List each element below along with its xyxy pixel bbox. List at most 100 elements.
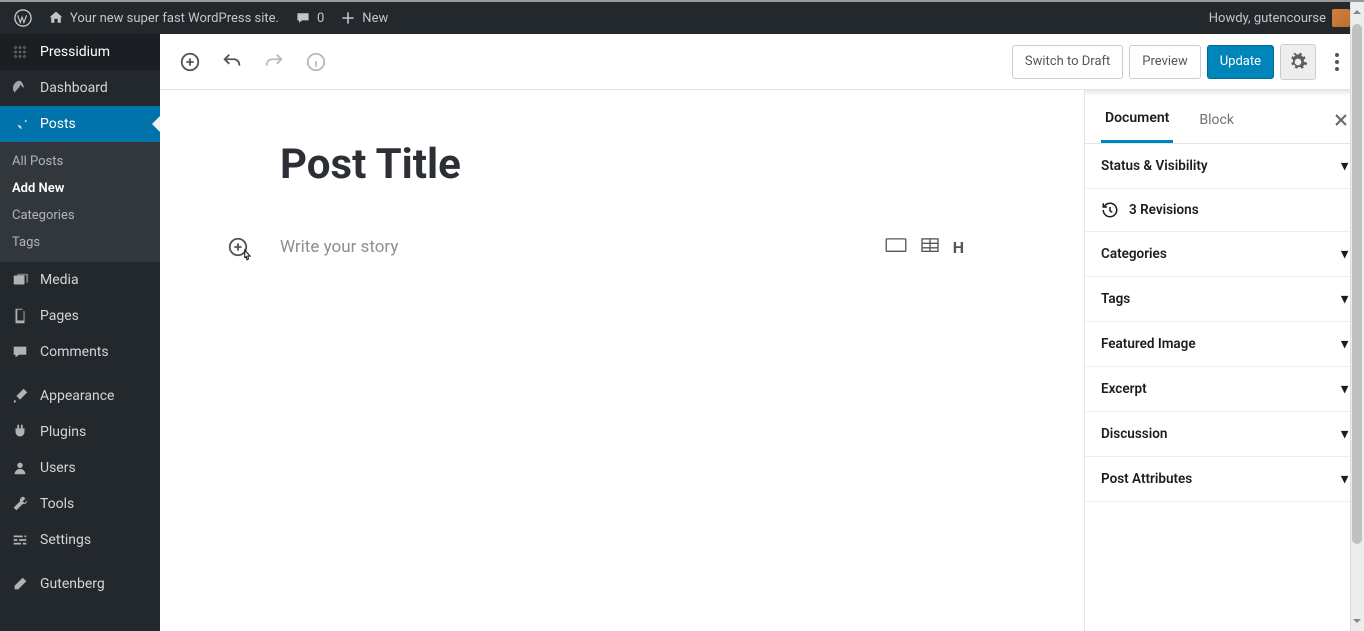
settings-toggle-button[interactable] <box>1280 44 1316 80</box>
post-title-input[interactable]: Post Title <box>280 140 964 189</box>
comments-link[interactable]: 0 <box>287 2 332 34</box>
new-content-link[interactable]: New <box>332 2 396 34</box>
info-icon <box>305 51 327 73</box>
scrollbar[interactable] <box>1350 2 1364 631</box>
settings-sidebar: Document Block Status & Visibility ▾ 3 R… <box>1084 90 1364 631</box>
tab-block[interactable]: Block <box>1195 96 1238 143</box>
panel-categories[interactable]: Categories▾ <box>1085 232 1364 277</box>
howdy-text: Howdy, gutencourse <box>1209 11 1326 26</box>
site-home-link[interactable]: Your new super fast WordPress site. <box>40 2 287 34</box>
brush-icon <box>10 386 30 406</box>
admin-bar: Your new super fast WordPress site. 0 Ne… <box>0 2 1364 34</box>
redo-button[interactable] <box>256 44 292 80</box>
content-structure-button[interactable] <box>298 44 334 80</box>
preview-button[interactable]: Preview <box>1129 45 1200 79</box>
chevron-down-icon: ▾ <box>1341 426 1348 442</box>
menu-gutenberg[interactable]: Gutenberg <box>0 566 160 602</box>
menu-label: Media <box>40 272 79 288</box>
close-icon <box>1334 113 1348 127</box>
chevron-down-icon: ▾ <box>1341 246 1348 262</box>
menu-label: Settings <box>40 532 91 548</box>
menu-media[interactable]: Media <box>0 262 160 298</box>
block-shortcuts: H <box>885 238 964 257</box>
editor-canvas[interactable]: Post Title Write your story H <box>160 90 1084 631</box>
menu-posts[interactable]: Posts <box>0 106 160 142</box>
menu-settings[interactable]: Settings <box>0 522 160 558</box>
chevron-down-icon: ▾ <box>1341 381 1348 397</box>
undo-icon <box>221 51 243 73</box>
menu-appearance[interactable]: Appearance <box>0 378 160 414</box>
inline-add-block-button[interactable] <box>220 229 256 265</box>
submenu-tags[interactable]: Tags <box>0 229 160 256</box>
history-icon <box>1101 201 1119 219</box>
revisions-link[interactable]: 3 Revisions <box>1085 189 1364 232</box>
comments-icon <box>10 342 30 362</box>
menu-label: Appearance <box>40 388 114 404</box>
submenu-categories[interactable]: Categories <box>0 202 160 229</box>
comments-count: 0 <box>317 11 324 26</box>
menu-label: Pressidium <box>40 44 110 60</box>
plus-circle-icon <box>179 51 201 73</box>
home-icon <box>48 10 64 26</box>
chevron-down-icon: ▾ <box>1341 158 1348 174</box>
submenu-add-new[interactable]: Add New <box>0 175 160 202</box>
block-placeholder[interactable]: Write your story <box>280 237 885 257</box>
media-icon <box>10 270 30 290</box>
plug-icon <box>10 422 30 442</box>
editor-content: Switch to Draft Preview Update Post Titl… <box>160 34 1364 631</box>
edit-icon <box>10 574 30 594</box>
menu-plugins[interactable]: Plugins <box>0 414 160 450</box>
new-label: New <box>362 11 388 26</box>
menu-comments[interactable]: Comments <box>0 334 160 370</box>
menu-label: Users <box>40 460 76 476</box>
menu-label: Posts <box>40 116 76 132</box>
close-settings-button[interactable] <box>1334 113 1348 127</box>
menu-label: Dashboard <box>40 80 108 96</box>
kebab-icon <box>1335 53 1339 71</box>
table-block-shortcut[interactable] <box>921 238 939 257</box>
wp-logo-menu[interactable] <box>6 2 40 34</box>
avatar <box>1332 9 1350 27</box>
menu-label: Comments <box>40 344 109 360</box>
panel-tags[interactable]: Tags▾ <box>1085 277 1364 322</box>
switch-to-draft-button[interactable]: Switch to Draft <box>1012 45 1123 79</box>
redo-icon <box>263 51 285 73</box>
panel-status-visibility[interactable]: Status & Visibility ▾ <box>1085 144 1364 189</box>
admin-menu: Pressidium Dashboard Posts All Posts Add… <box>0 34 160 631</box>
host-item[interactable]: Pressidium <box>0 34 160 70</box>
menu-pages[interactable]: Pages <box>0 298 160 334</box>
heading-block-shortcut[interactable]: H <box>953 238 964 257</box>
pointer-cursor-icon <box>238 247 256 265</box>
menu-label: Tools <box>40 496 74 512</box>
plus-icon <box>340 10 356 26</box>
host-icon <box>10 42 30 62</box>
comment-icon <box>295 10 311 26</box>
site-title: Your new super fast WordPress site. <box>70 11 279 26</box>
settings-tabs: Document Block <box>1085 96 1364 144</box>
sliders-icon <box>10 530 30 550</box>
submenu-all-posts[interactable]: All Posts <box>0 148 160 175</box>
chevron-down-icon: ▾ <box>1341 471 1348 487</box>
dashboard-icon <box>10 78 30 98</box>
panel-excerpt[interactable]: Excerpt▾ <box>1085 367 1364 412</box>
panel-featured-image[interactable]: Featured Image▾ <box>1085 322 1364 367</box>
menu-users[interactable]: Users <box>0 450 160 486</box>
user-icon <box>10 458 30 478</box>
menu-dashboard[interactable]: Dashboard <box>0 70 160 106</box>
editor-toolbar: Switch to Draft Preview Update <box>160 34 1364 90</box>
gear-icon <box>1288 52 1308 72</box>
panel-discussion[interactable]: Discussion▾ <box>1085 412 1364 457</box>
chevron-down-icon: ▾ <box>1341 336 1348 352</box>
undo-button[interactable] <box>214 44 250 80</box>
menu-tools[interactable]: Tools <box>0 486 160 522</box>
account-menu[interactable]: Howdy, gutencourse <box>1201 2 1358 34</box>
pages-icon <box>10 306 30 326</box>
panel-post-attributes[interactable]: Post Attributes▾ <box>1085 457 1364 502</box>
pin-icon <box>10 114 30 134</box>
update-button[interactable]: Update <box>1207 45 1274 79</box>
more-menu-button[interactable] <box>1322 44 1352 80</box>
add-block-button[interactable] <box>172 44 208 80</box>
tab-document[interactable]: Document <box>1101 96 1173 143</box>
image-block-shortcut[interactable] <box>885 238 907 257</box>
menu-label: Gutenberg <box>40 576 105 592</box>
